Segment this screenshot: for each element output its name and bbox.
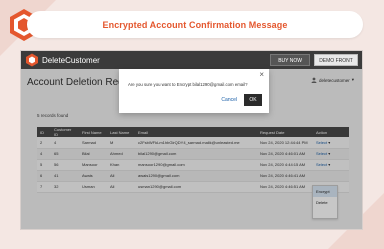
demo-front-button[interactable]: DEMO FRONT: [314, 54, 358, 66]
close-icon[interactable]: ×: [259, 71, 264, 79]
header-banner: Encrypted Account Confirmation Message: [27, 11, 363, 38]
confirmation-modal: × Are you sure you want to Encrypt bilal…: [119, 69, 269, 113]
buy-now-button[interactable]: BUY NOW: [270, 54, 310, 66]
modal-message: Are you sure you want to Encrypt bilal12…: [128, 82, 248, 87]
cancel-button[interactable]: Cancel: [221, 97, 237, 103]
admin-topbar: DeleteCustomer BUY NOW DEMO FRONT: [21, 51, 362, 69]
admin-screenshot-frame: DeleteCustomer BUY NOW DEMO FRONT Accoun…: [20, 50, 363, 230]
app-logo-icon: [26, 53, 38, 67]
ok-button[interactable]: OK: [244, 94, 262, 106]
app-title: DeleteCustomer: [42, 55, 100, 65]
banner-title: Encrypted Account Confirmation Message: [102, 19, 288, 30]
